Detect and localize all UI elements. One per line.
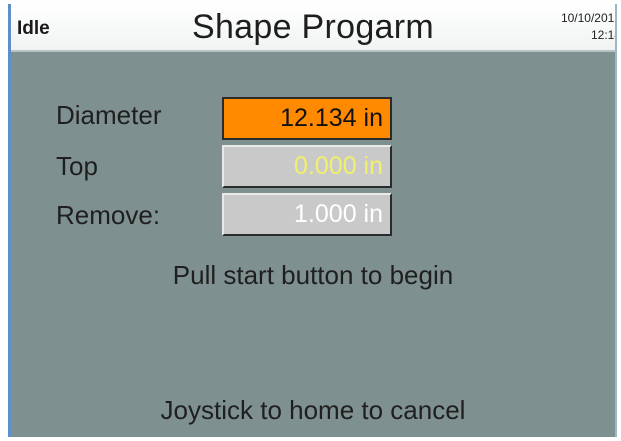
date-time-display: 10/10/2012 12:14 xyxy=(560,10,617,44)
diameter-field[interactable]: 12.134 in xyxy=(222,97,392,140)
top-field[interactable]: 0.000 in xyxy=(222,145,392,188)
remove-label: Remove: xyxy=(56,200,161,230)
shape-program-screen: Idle Shape Progarm 10/10/2012 12:14 Diam… xyxy=(8,4,617,437)
screen-title: Shape Progarm xyxy=(191,8,435,46)
top-label: Top xyxy=(56,151,98,181)
diameter-label: Diameter xyxy=(56,100,162,130)
remove-field[interactable]: 1.000 in xyxy=(222,193,392,236)
start-instruction: Pull start button to begin xyxy=(172,260,454,290)
cancel-instruction: Joystick to home to cancel xyxy=(160,395,466,425)
date-text: 10/10/2012 xyxy=(560,11,617,25)
time-text: 12:14 xyxy=(590,28,615,42)
title-bar: Idle Shape Progarm 10/10/2012 12:14 xyxy=(11,4,615,52)
